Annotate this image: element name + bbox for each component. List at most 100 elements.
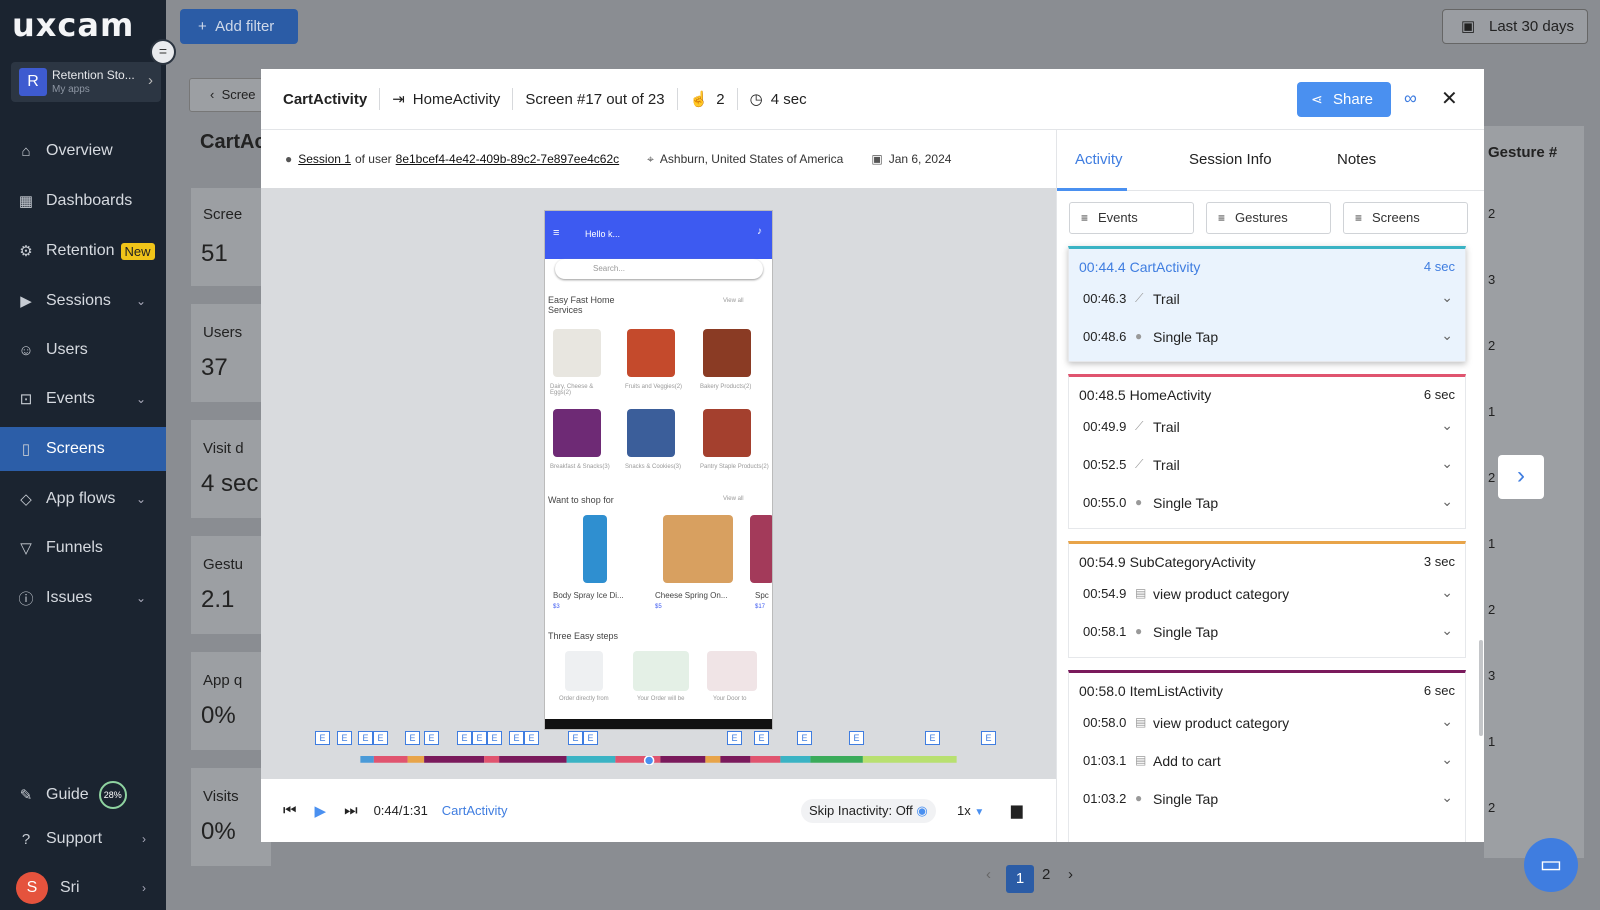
sidebar-item-overview[interactable]: ⌂ Overview xyxy=(0,129,166,173)
link-icon[interactable]: ∞ xyxy=(1404,88,1417,109)
timer-icon: ◷ xyxy=(749,91,763,108)
event-marker[interactable]: E xyxy=(568,731,583,745)
chevron-down-icon[interactable]: ⌄ xyxy=(1441,751,1453,768)
event-marker[interactable]: E xyxy=(509,731,524,745)
session-link[interactable]: Session 1 xyxy=(298,152,351,166)
replay-player[interactable]: Hello k... ≡ ♪ Search... Easy Fast Home Se… xyxy=(261,188,1056,779)
date-range-button[interactable]: ▣ Last 30 days xyxy=(1442,9,1588,44)
activity-card[interactable]: 00:44.4 CartActivity 4 sec 00:46.3 ⟋ Trail… xyxy=(1068,246,1466,362)
list-item[interactable]: 00:54.9 ▤ view product category ⌄ xyxy=(1083,584,1463,606)
sessions-icon: ▶ xyxy=(20,293,32,310)
list-item[interactable]: 01:03.1 ▤ Add to cart ⌄ xyxy=(1083,751,1463,773)
chevron-down-icon[interactable]: ⌄ xyxy=(1441,789,1453,806)
event-marker[interactable]: E xyxy=(849,731,864,745)
activity-card[interactable]: 00:58.0 ItemListActivity 6 sec 00:58.0 ▤ v… xyxy=(1068,670,1466,842)
comment-icon[interactable]: ▆ xyxy=(1011,801,1023,819)
chevron-down-icon[interactable]: ⌄ xyxy=(1441,327,1453,344)
timeline-segment xyxy=(660,756,706,763)
event-marker[interactable]: E xyxy=(358,731,373,745)
back-button[interactable]: ‹ Scree xyxy=(189,78,269,112)
chevron-down-icon[interactable]: ⌄ xyxy=(1441,289,1453,306)
chevron-down-icon[interactable]: ⌄ xyxy=(1441,713,1453,730)
tab-session-info[interactable]: Session Info xyxy=(1189,151,1272,168)
list-item[interactable]: 00:46.3 ⟋ Trail ⌄ xyxy=(1083,289,1463,311)
user-name: Sri xyxy=(60,879,80,896)
pagination-page-2[interactable]: 2 xyxy=(1042,866,1050,883)
list-item[interactable]: 01:03.2 ● Single Tap ⌄ xyxy=(1083,789,1463,811)
skip-inactivity-toggle[interactable]: Skip Inactivity: Off ◉ xyxy=(801,799,936,823)
sidebar-item-events[interactable]: ⊡ Events ⌄ xyxy=(0,377,166,421)
sidebar-item-issues[interactable]: ⓘ Issues ⌄ xyxy=(0,576,166,620)
event-marker[interactable]: E xyxy=(583,731,598,745)
chevron-down-icon[interactable]: ⌄ xyxy=(1441,622,1453,639)
tab-activity[interactable]: Activity xyxy=(1075,151,1123,168)
speed-select[interactable]: 1x ▼ xyxy=(957,803,984,818)
skip-back-icon[interactable]: ⏮ xyxy=(283,802,297,819)
event-marker[interactable]: E xyxy=(727,731,742,745)
table-cell: 2 xyxy=(1488,206,1496,221)
pagination-prev[interactable]: ‹ xyxy=(986,866,991,883)
replay-timeline[interactable] xyxy=(261,756,1056,765)
chevron-down-icon[interactable]: ⌄ xyxy=(1441,417,1453,434)
pagination-next[interactable]: › xyxy=(1068,866,1073,883)
sidebar-item-app-flows[interactable]: ◇ App flows ⌄ xyxy=(0,477,166,521)
event-marker[interactable]: E xyxy=(457,731,472,745)
chevron-down-icon[interactable]: ⌄ xyxy=(1441,493,1453,510)
sidebar-item-sessions[interactable]: ▶ Sessions ⌄ xyxy=(0,279,166,323)
sidebar-item-dashboards[interactable]: ▦ Dashboards xyxy=(0,179,166,223)
user-id-link[interactable]: 8e1bcef4-4e42-409b-89c2-7e897ee4c62c xyxy=(396,152,620,166)
activity-card[interactable]: 00:54.9 SubCategoryActivity 3 sec 00:54.… xyxy=(1068,541,1466,658)
sidebar-item-support[interactable]: ? Support › xyxy=(0,817,166,861)
filter-screens-button[interactable]: ≡ Screens xyxy=(1343,202,1468,234)
sidebar-item-funnels[interactable]: ▽ Funnels xyxy=(0,526,166,570)
event-marker[interactable]: E xyxy=(797,731,812,745)
list-item[interactable]: 00:52.5 ⟋ Trail ⌄ xyxy=(1083,455,1463,477)
product-image xyxy=(663,515,733,583)
sidebar-item-screens[interactable]: ▯ Screens xyxy=(0,427,166,471)
event-marker[interactable]: E xyxy=(981,731,996,745)
product-image xyxy=(627,409,675,457)
uxcam-logo[interactable]: uxcam xyxy=(12,6,134,44)
activity-card[interactable]: 00:48.5 HomeActivity 6 sec 00:49.9 ⟋ Trail… xyxy=(1068,374,1466,529)
add-filter-button[interactable]: + Add filter xyxy=(180,9,298,44)
list-item[interactable]: 00:58.0 ▤ view product category ⌄ xyxy=(1083,713,1463,735)
app-selector[interactable]: R Retention Sto... My apps › xyxy=(11,62,161,102)
table-cell: 1 xyxy=(1488,734,1496,749)
close-icon[interactable]: ✕ xyxy=(1441,86,1458,111)
sidebar-item-users[interactable]: ☺ Users xyxy=(0,328,166,372)
event-marker[interactable]: E xyxy=(424,731,439,745)
collapse-sidebar-button[interactable]: = xyxy=(150,39,176,65)
event-marker[interactable]: E xyxy=(337,731,352,745)
event-marker[interactable]: E xyxy=(315,731,330,745)
chevron-down-icon[interactable]: ⌄ xyxy=(1441,455,1453,472)
event-marker[interactable]: E xyxy=(524,731,539,745)
playback-screen[interactable]: CartActivity xyxy=(442,803,508,818)
event-marker[interactable]: E xyxy=(373,731,388,745)
event-marker[interactable]: E xyxy=(925,731,940,745)
sidebar-item-guide[interactable]: ✎ Guide 28% xyxy=(0,773,166,817)
play-icon[interactable]: ▶ xyxy=(315,802,327,820)
list-item[interactable]: 00:49.9 ⟋ Trail ⌄ xyxy=(1083,417,1463,439)
playhead[interactable] xyxy=(643,756,655,765)
event-marker[interactable]: E xyxy=(405,731,420,745)
next-page-arrow[interactable]: › xyxy=(1498,455,1544,499)
filter-events-button[interactable]: ≡ Events xyxy=(1069,202,1194,234)
list-item[interactable]: 00:55.0 ● Single Tap ⌄ xyxy=(1083,493,1463,515)
chevron-down-icon[interactable]: ⌄ xyxy=(1441,584,1453,601)
phone-screen: Hello k... ≡ ♪ Search... Easy Fast Home Se… xyxy=(544,210,773,730)
share-button[interactable]: ⋖ Share xyxy=(1297,82,1391,117)
chat-support-button[interactable]: ▭ xyxy=(1524,838,1578,892)
pagination-page-1[interactable]: 1 xyxy=(1006,865,1034,893)
event-marker[interactable]: E xyxy=(472,731,487,745)
category-label: Fruits and Veggies(2) xyxy=(625,384,683,390)
event-marker[interactable]: E xyxy=(487,731,502,745)
sidebar-item-retention[interactable]: ⚙ Retention New xyxy=(0,229,166,273)
event-marker[interactable]: E xyxy=(754,731,769,745)
sidebar-user[interactable]: S Sri › xyxy=(0,866,166,910)
skip-forward-icon[interactable]: ⏭ xyxy=(344,802,358,819)
list-item[interactable]: 00:48.6 ● Single Tap ⌄ xyxy=(1083,327,1463,349)
tab-notes[interactable]: Notes xyxy=(1337,151,1376,168)
filter-gestures-button[interactable]: ≡ Gestures xyxy=(1206,202,1331,234)
list-item[interactable]: 00:58.1 ● Single Tap ⌄ xyxy=(1083,622,1463,644)
activity-scrollbar[interactable] xyxy=(1479,640,1483,736)
